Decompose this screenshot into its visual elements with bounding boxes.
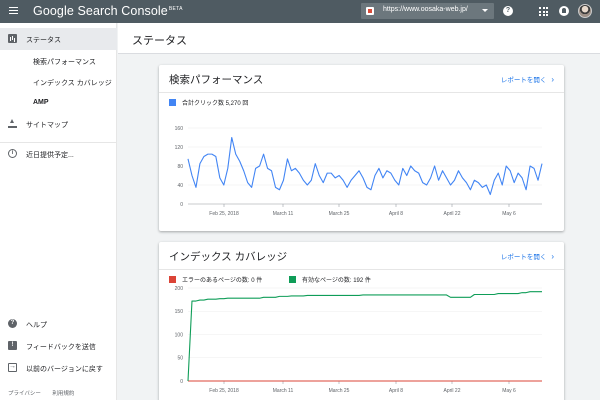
- clicks-line-chart: 0 40 80 120 160 Feb 25, 2018 March 11 March 25 A…: [175, 126, 543, 217]
- sidebar-item-label: 近日提供予定...: [26, 152, 74, 159]
- dropdown-caret-icon: [482, 9, 488, 12]
- y-tick-label: 50: [177, 356, 183, 362]
- sidebar-item-coming-soon[interactable]: i 近日提供予定...: [0, 142, 117, 164]
- sidebar-item-help[interactable]: ? ヘルプ: [0, 313, 117, 335]
- y-tick-label: 100: [175, 332, 184, 338]
- sidebar: ステータス 検索パフォーマンス インデックス カバレッジ AMP サイトマップ …: [0, 23, 117, 400]
- coverage-line-chart: 0 50 100 150 200 Feb 25, 2018 March 11 March 25…: [175, 286, 542, 394]
- x-tick-label: April 8: [389, 211, 403, 217]
- sidebar-item-label: ステータス: [26, 37, 61, 44]
- series-line-valid-pages: [187, 291, 542, 382]
- y-tick-label: 0: [180, 202, 183, 208]
- sidebar-item-feedback[interactable]: ! フィードバックを送信: [0, 335, 117, 357]
- terms-link[interactable]: 利用規約: [52, 391, 74, 397]
- sidebar-item-old-version[interactable]: → 以前のバージョンに戻す: [0, 357, 117, 379]
- sidebar-item-label: ヘルプ: [26, 322, 47, 329]
- sidebar-item-performance[interactable]: 検索パフォーマンス: [0, 50, 117, 72]
- hamburger-menu-icon[interactable]: [9, 7, 18, 15]
- page-header: ステータス: [118, 23, 600, 54]
- x-tick-label: March 25: [329, 388, 350, 394]
- y-tick-label: 0: [180, 379, 183, 385]
- sidebar-item-label: インデックス カバレッジ: [33, 80, 112, 87]
- sidebar-item-status[interactable]: ステータス: [0, 28, 117, 50]
- upload-icon: [8, 119, 17, 128]
- x-tick-label: Feb 25, 2018: [209, 388, 239, 394]
- apps-grid-icon[interactable]: [539, 7, 548, 16]
- help-icon[interactable]: ?: [503, 6, 513, 16]
- sidebar-item-label: フィードバックを送信: [26, 344, 96, 351]
- sidebar-item-amp[interactable]: AMP: [0, 92, 117, 114]
- sidebar-item-label: AMP: [33, 99, 49, 106]
- sidebar-item-index-coverage[interactable]: インデックス カバレッジ: [0, 71, 117, 93]
- y-tick-label: 160: [175, 126, 184, 132]
- status-chart-icon: [8, 34, 17, 43]
- y-tick-label: 40: [177, 183, 183, 189]
- privacy-link[interactable]: プライバシー: [8, 391, 41, 397]
- sidebar-item-label: 検索パフォーマンス: [33, 59, 96, 66]
- property-url: https://www.oosaka-web.jp/: [383, 6, 468, 13]
- x-tick-label: March 11: [273, 388, 294, 394]
- top-app-bar: Google Search ConsoleBETA https://www.oo…: [0, 0, 600, 23]
- info-icon: i: [8, 149, 17, 158]
- y-tick-label: 80: [177, 164, 183, 170]
- page-title: ステータス: [132, 35, 187, 47]
- y-tick-label: 200: [175, 286, 184, 292]
- help-circle-icon: ?: [8, 319, 17, 328]
- x-tick-label: March 25: [329, 211, 350, 217]
- x-tick-label: April 22: [444, 211, 461, 217]
- x-tick-label: May 6: [502, 211, 516, 217]
- y-tick-label: 150: [175, 309, 184, 315]
- product-logo[interactable]: Google Search ConsoleBETA: [33, 4, 183, 18]
- account-avatar[interactable]: [578, 4, 592, 18]
- exit-to-app-icon: →: [8, 363, 17, 372]
- performance-card: 検索パフォーマンス レポートを開く › 合計クリック数 5,270 回 0 40 80…: [159, 65, 564, 231]
- x-tick-label: March 11: [273, 211, 294, 217]
- sidebar-item-label: サイトマップ: [26, 122, 68, 129]
- y-tick-label: 120: [175, 145, 184, 151]
- feedback-icon: !: [8, 341, 17, 350]
- x-tick-label: April 8: [389, 388, 403, 394]
- x-tick-label: April 22: [444, 388, 461, 394]
- sidebar-item-label: 以前のバージョンに戻す: [26, 366, 103, 373]
- property-selector[interactable]: https://www.oosaka-web.jp/: [361, 3, 494, 19]
- site-favicon-icon: [366, 7, 374, 15]
- index-coverage-card: インデックス カバレッジ レポートを開く › エラーのあるページの数: 0 件 有…: [159, 242, 564, 400]
- x-tick-label: Feb 25, 2018: [209, 211, 239, 217]
- x-tick-label: May 6: [502, 388, 516, 394]
- notifications-icon[interactable]: [559, 6, 569, 16]
- sidebar-item-sitemaps[interactable]: サイトマップ: [0, 113, 117, 135]
- sidebar-footer: プライバシー 利用規約: [8, 389, 84, 397]
- beta-badge: BETA: [168, 5, 183, 12]
